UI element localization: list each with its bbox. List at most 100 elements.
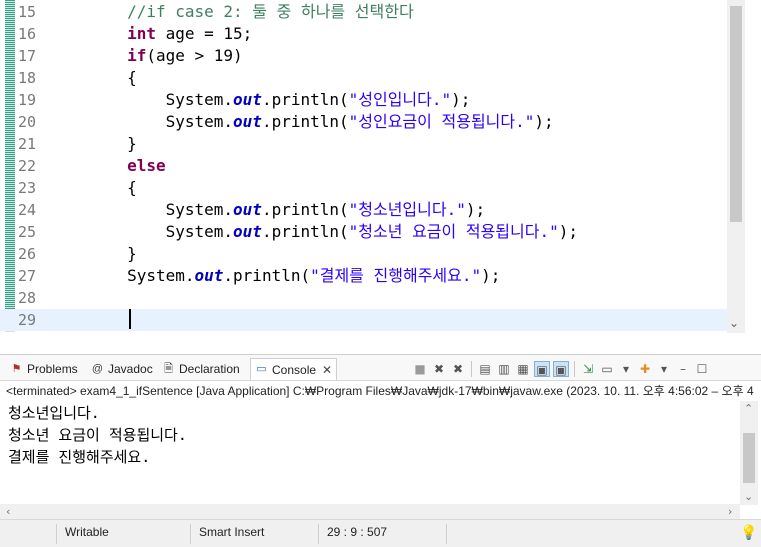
code-text[interactable]: else [50,155,166,177]
show-stdout-icon[interactable]: ▣ [534,361,550,377]
console-process-label: <terminated> exam4_1_ifSentence [Java Ap… [6,384,754,398]
show-stderr-icon[interactable]: ▣ [553,361,569,377]
code-line[interactable]: 16 int age = 15; [0,23,727,45]
clear-console-icon[interactable]: ▤ [477,361,493,377]
tab-label: Declaration [179,362,240,376]
code-text[interactable]: //if case 2: 둘 중 하나를 선택한다 [50,1,414,23]
code-text[interactable]: int age = 15; [50,23,252,45]
remove-all-terminated-icon[interactable]: ✖ [450,361,466,377]
code-line[interactable]: 21 } [0,133,727,155]
line-number: 19 [18,91,37,109]
code-line[interactable]: 28 [0,287,727,309]
code-text[interactable]: { [50,67,137,89]
code-text[interactable]: System.out.println("청소년 요금이 적용됩니다."); [50,221,578,243]
status-separator [56,524,57,544]
editor-scroll-thumb[interactable] [730,6,742,222]
maximize-icon[interactable]: ☐ [694,361,710,377]
line-number: 26 [18,245,37,263]
code-line[interactable]: 27 System.out.println("결제를 진행해주세요."); [0,265,727,287]
code-text[interactable]: } [50,243,137,265]
line-number: 23 [18,179,37,197]
code-text[interactable]: System.out.println("청소년입니다."); [50,199,486,221]
scroll-up-arrow-icon[interactable]: ⌃ [744,403,753,415]
display-dropdown-icon[interactable]: ▾ [618,361,634,377]
scroll-down-arrow-icon[interactable]: ⌄ [729,316,739,330]
line-number: 17 [18,47,37,65]
console-horizontal-scrollbar[interactable]: ‹ › [0,504,740,520]
code-text[interactable]: System.out.println("성인요금이 적용됩니다."); [50,111,554,133]
code-line[interactable]: 20 System.out.println("성인요금이 적용됩니다."); [0,111,727,133]
code-line[interactable]: 26 } [0,243,727,265]
output-line: 결제를 진행해주세요. [8,448,151,466]
word-wrap-icon[interactable]: ▦ [515,361,531,377]
code-line[interactable]: 17 if(age > 19) [0,45,727,67]
open-console-icon[interactable]: ✚ [637,361,653,377]
code-line[interactable]: 24 System.out.println("청소년입니다."); [0,199,727,221]
code-line[interactable]: 29 [0,309,727,331]
code-text[interactable]: { [50,177,137,199]
scroll-down-arrow-icon[interactable]: ⌄ [744,491,753,503]
tab-problems[interactable]: ⚑ Problems [6,358,82,380]
line-number: 18 [18,69,37,87]
line-number: 24 [18,201,37,219]
insert-mode-status[interactable]: Smart Insert [199,520,264,547]
scroll-left-arrow-icon[interactable]: ‹ [6,506,10,518]
line-number: 16 [18,25,37,43]
terminate-icon[interactable]: ■ [412,361,428,377]
toolbar-separator [471,361,472,377]
status-bar: Writable Smart Insert 29 : 9 : 507 💡 [0,519,761,547]
status-separator [446,524,447,544]
status-separator [190,524,191,544]
code-editor[interactable]: 15 //if case 2: 둘 중 하나를 선택한다 16 int age =… [0,0,761,333]
overview-ruler[interactable] [745,0,761,333]
text-caret [129,309,131,329]
code-text[interactable]: } [50,133,137,155]
javadoc-icon: @ [91,362,104,375]
console-scroll-thumb[interactable] [743,433,755,483]
pin-console-icon[interactable]: ⇲ [580,361,596,377]
tab-console[interactable]: ▭ Console ✕ [250,358,338,380]
bottom-panel: ⚑ Problems @ Javadoc 🗎 Declaration ▭ Con… [0,354,761,520]
status-separator [318,524,319,544]
remove-launch-icon[interactable]: ✖ [431,361,447,377]
tab-label: Console [272,362,317,377]
output-line: 청소년 요금이 적용됩니다. [8,426,187,444]
code-line[interactable]: 22 else [0,155,727,177]
cursor-position-status[interactable]: 29 : 9 : 507 [327,520,387,547]
declaration-icon: 🗎 [164,362,173,375]
code-line[interactable]: 18 { [0,67,727,89]
code-line[interactable]: 25 System.out.println("청소년 요금이 적용됩니다."); [0,221,727,243]
code-text[interactable]: System.out.println("결제를 진행해주세요."); [50,265,500,287]
code-text[interactable]: if(age > 19) [50,45,243,67]
scroll-lock-icon[interactable]: ▥ [496,361,512,377]
console-toolbar: ■ ✖ ✖ ▤ ▥ ▦ ▣ ▣ ⇲ ▭ ▾ ✚ ▾ – ☐ [412,359,710,379]
line-number: 25 [18,223,37,241]
display-console-icon[interactable]: ▭ [599,361,615,377]
line-number: 22 [18,157,37,175]
code-line[interactable]: 15 //if case 2: 둘 중 하나를 선택한다 [0,1,727,23]
console-output[interactable]: 청소년입니다. 청소년 요금이 적용됩니다. 결제를 진행해주세요. [8,402,187,468]
writable-status: Writable [65,525,109,539]
problems-icon: ⚑ [11,362,22,375]
line-number: 15 [18,3,37,21]
toolbar-separator [574,361,575,377]
minimize-icon[interactable]: – [675,361,691,377]
open-dropdown-icon[interactable]: ▾ [656,361,672,377]
line-number: 29 [18,311,37,329]
line-number: 20 [18,113,37,131]
lightbulb-icon[interactable]: 💡 [740,525,757,541]
code-line[interactable]: 19 System.out.println("성인입니다."); [0,89,727,111]
line-number: 27 [18,267,37,285]
tab-declaration[interactable]: 🗎 Declaration [158,358,244,380]
code-line[interactable]: 23 { [0,177,727,199]
tab-javadoc[interactable]: @ Javadoc [87,358,157,380]
line-number: 28 [18,289,37,307]
console-icon: ▭ [256,363,267,375]
line-number: 21 [18,135,37,153]
panel-tab-bar: ⚑ Problems @ Javadoc 🗎 Declaration ▭ Con… [0,355,761,381]
editor-vertical-scrollbar[interactable]: ⌄ [727,0,745,333]
close-tab-icon[interactable]: ✕ [322,363,332,377]
scroll-right-arrow-icon[interactable]: › [728,506,732,518]
code-text[interactable]: System.out.println("성인입니다."); [50,89,471,111]
console-vertical-scrollbar[interactable]: ⌃ ⌄ [740,401,758,505]
